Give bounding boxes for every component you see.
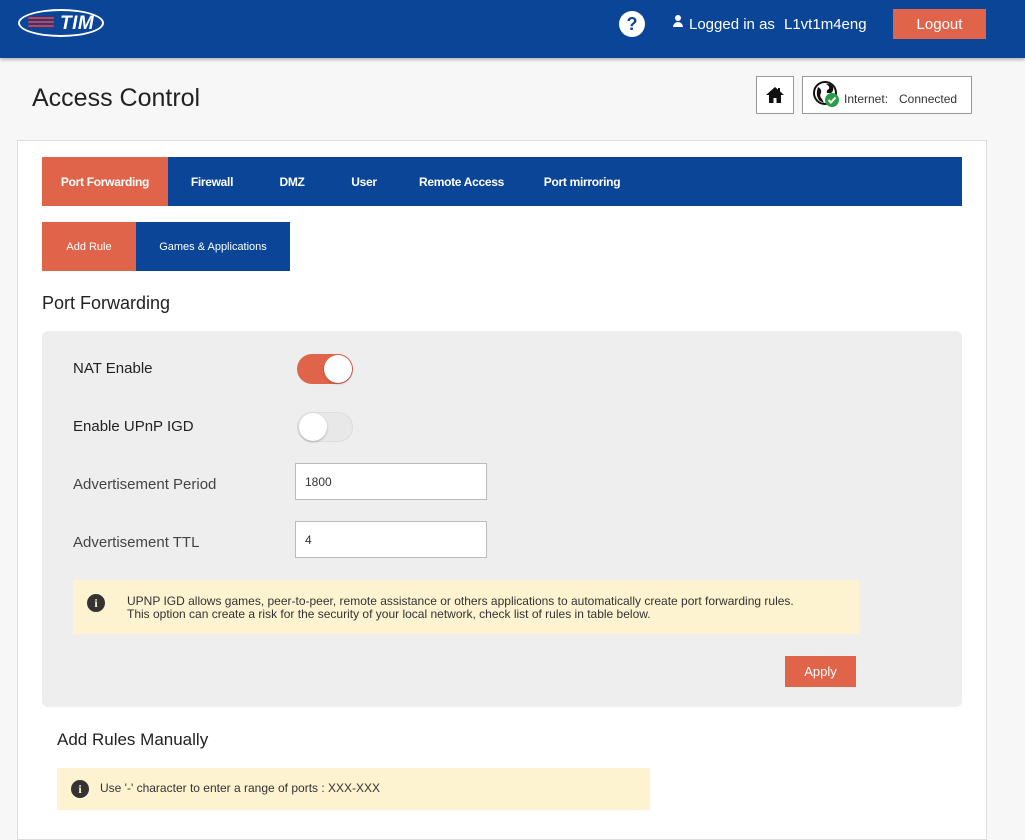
apply-button[interactable]: Apply [785, 656, 856, 687]
username: L1vt1m4eng [784, 16, 867, 33]
tab-dmz[interactable]: DMZ [256, 157, 328, 206]
tab-remote-access[interactable]: Remote Access [400, 157, 523, 206]
internet-label: Internet: [844, 92, 889, 106]
nat-enable-label: NAT Enable [73, 360, 153, 377]
logo-stripes [27, 17, 55, 31]
upnp-info-line-2: This option can create a risk for the se… [127, 607, 651, 621]
info-icon: i [87, 594, 105, 612]
upnp-igd-label: Enable UPnP IGD [73, 418, 194, 435]
home-icon [766, 87, 784, 103]
advertisement-period-input[interactable] [295, 463, 487, 500]
subtab-games-applications[interactable]: Games & Applications [136, 222, 290, 271]
logged-in-label: Logged in as [689, 16, 775, 33]
upnp-info-box: i UPNP IGD allows games, peer-to-peer, r… [73, 580, 859, 634]
advertisement-ttl-input[interactable] [295, 521, 487, 558]
internet-status[interactable]: Internet: Connected [802, 76, 972, 114]
page-title: Access Control [32, 84, 201, 112]
subtab-add-rule[interactable]: Add Rule [42, 222, 136, 271]
info-icon: i [71, 780, 89, 798]
main-tabs: Port Forwarding Firewall DMZ User Remote… [42, 157, 962, 206]
nat-enable-toggle[interactable] [297, 354, 353, 384]
tab-firewall[interactable]: Firewall [168, 157, 256, 206]
port-forwarding-settings [42, 331, 962, 707]
port-range-info-text: Use '-' character to enter a range of po… [100, 781, 381, 795]
tab-port-mirroring[interactable]: Port mirroring [523, 157, 641, 206]
internet-status-value: Connected [899, 92, 958, 106]
section-title: Port Forwarding [42, 293, 171, 313]
upnp-igd-toggle[interactable] [297, 412, 353, 442]
add-rules-manually-title: Add Rules Manually [57, 730, 209, 749]
logout-button[interactable]: Logout [893, 9, 986, 39]
advertisement-ttl-label: Advertisement TTL [73, 534, 200, 551]
tab-user[interactable]: User [328, 157, 400, 206]
tab-port-forwarding[interactable]: Port Forwarding [42, 157, 168, 206]
globe-check-icon [813, 81, 839, 107]
sub-tabs: Add Rule Games & Applications [42, 222, 290, 271]
help-icon[interactable]: ? [619, 11, 645, 37]
tim-logo-icon[interactable]: TIM [18, 9, 104, 37]
advertisement-period-label: Advertisement Period [73, 476, 217, 493]
user-icon [673, 15, 683, 29]
top-bar: TIM ? Logged in as L1vt1m4eng Logout [0, 0, 1025, 58]
home-button[interactable] [756, 76, 794, 114]
logo-text: TIM [60, 13, 95, 34]
port-range-info-box: i Use '-' character to enter a range of … [57, 768, 650, 810]
